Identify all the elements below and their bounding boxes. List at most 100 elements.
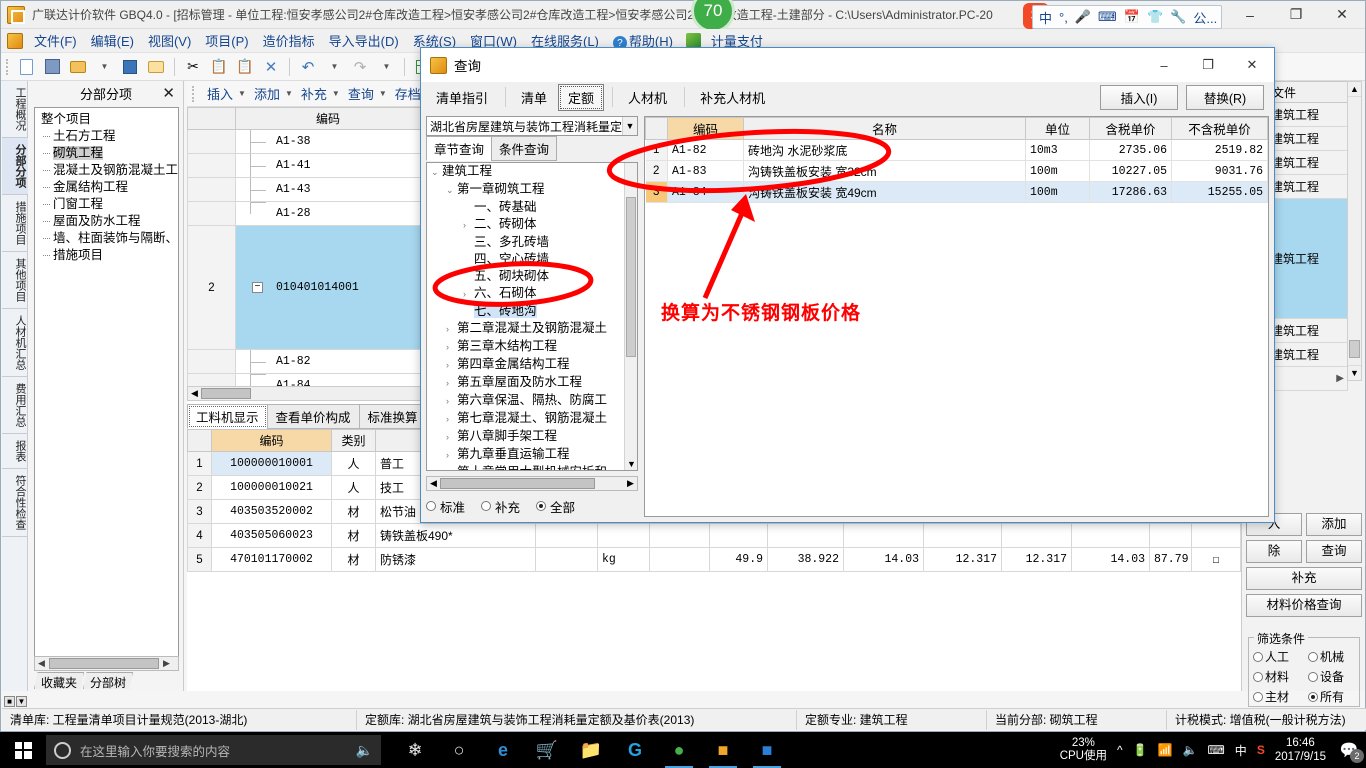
browser-g-icon[interactable]: G (615, 732, 655, 768)
material-price-query-button[interactable]: 材料价格查询 (1246, 594, 1362, 617)
add-button[interactable]: 添加 (1306, 513, 1362, 536)
scroll-down-icon[interactable]: ▼ (626, 459, 637, 469)
vtab-resource-summary[interactable]: 人材机汇总 (2, 309, 28, 377)
new-project-icon[interactable] (41, 56, 63, 78)
system-tray[interactable]: 23% CPU使用 ^ 🔋 📶 🔈 ⌨ 中 S 16:46 2017/9/15 (1060, 736, 1332, 764)
cell-code[interactable]: 403503520002 (211, 499, 332, 524)
radio-icon[interactable] (1253, 651, 1263, 662)
dialog-tabs[interactable]: 清单指引 清单 定额 人材机 补充人材机 插入(I) 替换(R) (421, 82, 1274, 112)
filter-main-material[interactable]: 主材 (1249, 688, 1304, 705)
cell-code[interactable]: A1-82 (667, 139, 744, 161)
scroll-left-icon[interactable]: ◀ (427, 478, 440, 489)
cell-code[interactable]: 100000010021 (211, 475, 332, 500)
right-list-scrollbar[interactable]: ▲ ▼ (1347, 81, 1362, 381)
tab-bill-guide[interactable]: 清单指引 (427, 85, 497, 110)
col-code[interactable]: 编码 (211, 429, 332, 452)
tree-node[interactable]: 四、空心砖墙 (427, 251, 637, 268)
menu-file[interactable]: 文件(F) (27, 29, 84, 52)
scroll-thumb[interactable] (201, 388, 251, 399)
cell-code[interactable]: A1-38 (235, 129, 421, 154)
filter-machinery[interactable]: 机械 (1304, 648, 1359, 665)
tab-supplement-resources[interactable]: 补充人材机 (691, 85, 774, 110)
tree-node-root[interactable]: 整个项目 (39, 111, 178, 128)
toolbar-grip[interactable] (6, 58, 9, 75)
scroll-thumb[interactable] (1349, 340, 1360, 358)
table-row[interactable]: 4 403505060023 材 铸铁盖板490* (187, 523, 1241, 548)
vtab-other-items[interactable]: 其他项目 (2, 252, 28, 309)
volume-icon[interactable]: 🔈 (1183, 743, 1198, 757)
scroll-right-icon[interactable]: ▶ (624, 478, 637, 489)
minimize-button[interactable]: – (1227, 1, 1273, 28)
cell-name[interactable]: 沟铸铁盖板安装 宽49cm (743, 181, 1026, 203)
insert-button[interactable]: 插入(I) (1100, 84, 1178, 110)
replace-button[interactable]: 替换(R) (1186, 84, 1264, 110)
gbq-app-icon[interactable]: ■ (703, 732, 743, 768)
filter-row-3[interactable]: 主材 所有 (1249, 688, 1359, 705)
tree-node[interactable]: › 第五章屋面及防水工程 (427, 374, 637, 392)
chevron-right-icon[interactable]: › (446, 465, 457, 470)
open-dropdown-icon[interactable]: ▼ (93, 56, 115, 78)
save-as-icon[interactable] (145, 56, 167, 78)
vtab-compliance-check[interactable]: 符合性检查 (2, 469, 28, 537)
cell-code[interactable]: A1-28 (235, 201, 421, 226)
cell-code[interactable]: 470101170002 (211, 547, 332, 572)
filter-labor[interactable]: 人工 (1249, 648, 1304, 665)
tree-node[interactable]: › 第二章混凝土及钢筋混凝土 (427, 320, 637, 338)
col-rownum[interactable] (645, 117, 668, 140)
tab-resources[interactable]: 人材机 (619, 85, 676, 110)
tree-node[interactable]: 一、砖基础 (427, 199, 637, 216)
dialog-scope-radios[interactable]: 标准 补充 全部 (426, 495, 638, 517)
battery-icon[interactable]: 🔋 (1133, 743, 1148, 757)
col-type[interactable]: 类别 (331, 429, 376, 452)
table-row-selected[interactable]: 3 A1-84 沟铸铁盖板安装 宽49cm 100m 17286.63 1525… (645, 181, 1268, 203)
delete-button[interactable]: 除 (1246, 540, 1302, 563)
tree-node-selected[interactable]: 砌筑工程 (39, 145, 178, 162)
col-code[interactable]: 编码 (235, 107, 421, 130)
halfwidth-icon[interactable]: °, (1059, 10, 1068, 25)
windows-taskbar[interactable]: 在这里输入你要搜索的内容 🔈 ❄ ○ e 🛒 📁 G ● ■ ■ 23% CPU… (0, 732, 1366, 768)
tab-chapter-query[interactable]: 章节查询 (426, 136, 493, 161)
radio-icon[interactable] (1253, 671, 1263, 682)
cell-code[interactable]: 403505060023 (211, 523, 332, 548)
radio-icon[interactable] (426, 501, 436, 511)
scroll-left-icon[interactable]: ◀ (188, 388, 201, 399)
radio-icon[interactable] (536, 501, 547, 511)
menu-view[interactable]: 视图(V) (141, 29, 198, 52)
radio-icon[interactable] (1308, 651, 1318, 662)
tree-node[interactable]: ›第十章常用大型机械安拆和 (427, 464, 637, 470)
chevron-down-icon[interactable]: ⌄ (431, 164, 442, 181)
right-button-grid[interactable]: 入 添加 除 查询 补充 材料价格查询 (1246, 513, 1362, 617)
filter-row-2[interactable]: 材料 设备 (1249, 668, 1359, 685)
tree-node[interactable]: › 第四章金属结构工程 (427, 356, 637, 374)
vtab-fee-summary[interactable]: 费用汇总 (2, 377, 28, 434)
start-button[interactable] (0, 732, 46, 768)
tree-panel-close-icon[interactable]: ✕ (162, 84, 175, 102)
circle-app-icon[interactable]: ● (659, 732, 699, 768)
cell-code[interactable]: A1-43 (235, 177, 421, 202)
scroll-right-icon[interactable]: ▶ (160, 658, 173, 669)
chapter-tree[interactable]: ⌄ 建筑工程 ⌄ 第一章砌筑工程 一、砖基础 › 二、砖砌体 三、多孔砖墙 四、空心砖… (426, 162, 638, 471)
cut-icon[interactable]: ✂ (182, 56, 204, 78)
wifi-icon[interactable]: 📶 (1158, 743, 1173, 757)
redo-icon[interactable]: ↷ (349, 56, 371, 78)
tab-unit-price-composition[interactable]: 查看单价构成 (266, 404, 360, 429)
tree-node[interactable]: 五、砌块砌体 (427, 268, 637, 285)
col-rownum[interactable] (187, 107, 236, 130)
ime-language-indicator[interactable]: 中 (1235, 742, 1247, 759)
col-code[interactable]: 编码 (667, 117, 744, 140)
tree-node[interactable]: 三、多孔砖墙 (427, 234, 637, 251)
calendar-icon[interactable]: 📅 (1124, 9, 1140, 25)
tree-node[interactable]: ⌄ 建筑工程 (427, 163, 637, 181)
dialog-window-controls[interactable]: – ❐ ✕ (1142, 49, 1274, 82)
filter-row-1[interactable]: 人工 机械 (1249, 648, 1359, 665)
tree-node[interactable]: 门窗工程 (39, 196, 178, 213)
tab-favorites[interactable]: 收藏夹 (34, 672, 85, 689)
vertical-tab-strip[interactable]: 工程概况 分部分项 措施项目 其他项目 人材机汇总 费用汇总 报表 符合性检查 … (2, 81, 28, 707)
wrench-icon[interactable]: 🔧 (1170, 9, 1186, 25)
ime-toolbar[interactable]: 中 °, 🎤 ⌨ 📅 👕 🔧 公... (1032, 5, 1222, 29)
save-icon[interactable] (119, 56, 141, 78)
dialog-close-button[interactable]: ✕ (1230, 49, 1274, 82)
tree-box[interactable]: 整个项目 土石方工程 砌筑工程 混凝土及钢筋混凝土工程 金属结构工程 门窗工程 … (34, 107, 179, 665)
col-rownum[interactable] (187, 429, 212, 452)
quota-result-grid[interactable]: 编码 名称 单位 含税单价 不含税单价 1 A1-82 砖地沟 水泥砂浆底 10 (645, 117, 1268, 203)
